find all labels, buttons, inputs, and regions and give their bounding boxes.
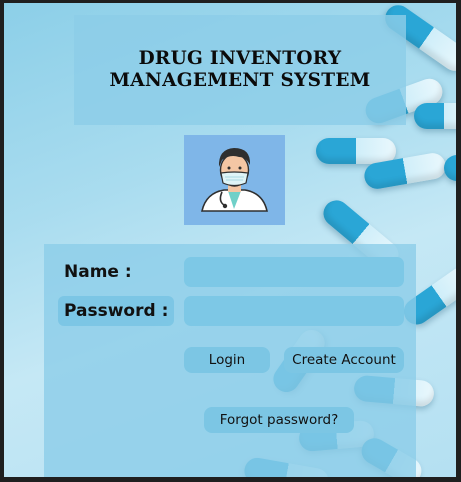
forgot-password-button[interactable]: Forgot password? — [204, 407, 354, 433]
doctor-avatar-icon — [201, 148, 268, 212]
app-title-line-1: DRUG INVENTORY — [138, 48, 342, 69]
name-label: Name : — [64, 262, 132, 282]
login-button[interactable]: Login — [184, 347, 270, 373]
title-panel: DRUG INVENTORY MANAGEMENT SYSTEM — [74, 15, 406, 125]
capsule-decoration — [316, 138, 396, 164]
capsule-decoration — [414, 103, 456, 129]
login-form: Name : Password : Login Create Account F… — [44, 244, 416, 477]
app-title-line-2: MANAGEMENT SYSTEM — [109, 70, 371, 91]
capsule-decoration — [444, 155, 456, 181]
create-account-button[interactable]: Create Account — [284, 347, 404, 373]
name-input[interactable] — [184, 257, 404, 287]
password-label: Password : — [58, 296, 175, 326]
doctor-avatar-icon — [184, 135, 285, 225]
app-window: DRUG INVENTORY MANAGEMENT SYSTEM Name: … — [4, 3, 456, 477]
password-input[interactable] — [184, 296, 404, 326]
